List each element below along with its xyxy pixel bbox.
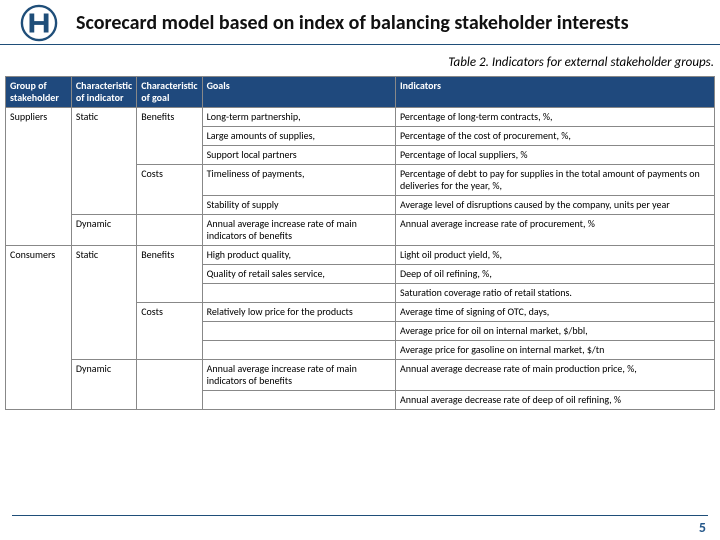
cell-char-goal: Costs bbox=[137, 165, 202, 215]
cell-goal: Annual average increase rate of main ind… bbox=[202, 360, 395, 391]
cell-goal: Stability of supply bbox=[202, 196, 395, 215]
cell-goal: Quality of retail sales service, bbox=[202, 265, 395, 284]
cell-indicator: Annual average decrease rate of main pro… bbox=[395, 360, 714, 391]
cell-char-goal bbox=[137, 215, 202, 246]
cell-goal: Timeliness of payments, bbox=[202, 165, 395, 196]
table-caption: Table 2. Indicators for external stakeho… bbox=[0, 47, 720, 76]
cell-char-goal: Costs bbox=[137, 303, 202, 360]
cell-indicator: Saturation coverage ratio of retail stat… bbox=[395, 284, 714, 303]
table-header-row: Group of stakeholder Characteristic of i… bbox=[6, 77, 715, 108]
page-number: 5 bbox=[699, 519, 706, 536]
cell-char-goal: Benefits bbox=[137, 246, 202, 303]
cell-indicator: Percentage of debt to pay for supplies i… bbox=[395, 165, 714, 196]
cell-char-goal bbox=[137, 360, 202, 410]
cell-char-ind: Dynamic bbox=[71, 360, 136, 410]
cell-indicator: Light oil product yield, %, bbox=[395, 246, 714, 265]
cell-indicator: Percentage of local suppliers, % bbox=[395, 146, 714, 165]
logo-icon bbox=[20, 4, 58, 42]
cell-char-ind: Static bbox=[71, 246, 136, 360]
cell-char-goal: Benefits bbox=[137, 108, 202, 165]
col-indicators: Indicators bbox=[395, 77, 714, 108]
cell-goal bbox=[202, 391, 395, 410]
cell-char-ind: Dynamic bbox=[71, 215, 136, 246]
col-char-ind: Characteristic of indicator bbox=[71, 77, 136, 108]
cell-goal bbox=[202, 322, 395, 341]
table-row: Consumers Static Benefits High product q… bbox=[6, 246, 715, 265]
cell-indicator: Average price for gasoline on internal m… bbox=[395, 341, 714, 360]
cell-goal: Relatively low price for the products bbox=[202, 303, 395, 322]
cell-indicator: Percentage of long-term contracts, %, bbox=[395, 108, 714, 127]
cell-goal: Large amounts of supplies, bbox=[202, 127, 395, 146]
table-row: Suppliers Static Benefits Long-term part… bbox=[6, 108, 715, 127]
page-title: Scorecard model based on index of balanc… bbox=[76, 13, 629, 34]
cell-goal bbox=[202, 284, 395, 303]
cell-indicator: Annual average increase rate of procurem… bbox=[395, 215, 714, 246]
col-char-goal: Characteristic of goal bbox=[137, 77, 202, 108]
col-goals: Goals bbox=[202, 77, 395, 108]
table-row: Dynamic Annual average increase rate of … bbox=[6, 360, 715, 391]
cell-goal: Long-term partnership, bbox=[202, 108, 395, 127]
cell-indicator: Deep of oil refining, %, bbox=[395, 265, 714, 284]
footer-divider bbox=[12, 515, 708, 516]
cell-char-ind: Static bbox=[71, 108, 136, 215]
page: Scorecard model based on index of balanc… bbox=[0, 0, 720, 540]
cell-goal: Annual average increase rate of main ind… bbox=[202, 215, 395, 246]
cell-goal bbox=[202, 341, 395, 360]
cell-indicator: Annual average decrease rate of deep of … bbox=[395, 391, 714, 410]
col-group: Group of stakeholder bbox=[6, 77, 72, 108]
cell-indicator: Average time of signing of OTC, days, bbox=[395, 303, 714, 322]
cell-goal: High product quality, bbox=[202, 246, 395, 265]
header: Scorecard model based on index of balanc… bbox=[0, 0, 720, 45]
cell-indicator: Average level of disruptions caused by t… bbox=[395, 196, 714, 215]
cell-indicator: Average price for oil on internal market… bbox=[395, 322, 714, 341]
table-row: Dynamic Annual average increase rate of … bbox=[6, 215, 715, 246]
indicators-table: Group of stakeholder Characteristic of i… bbox=[5, 76, 715, 410]
cell-group: Suppliers bbox=[6, 108, 72, 246]
cell-group: Consumers bbox=[6, 246, 72, 410]
cell-indicator: Percentage of the cost of procurement, %… bbox=[395, 127, 714, 146]
cell-goal: Support local partners bbox=[202, 146, 395, 165]
